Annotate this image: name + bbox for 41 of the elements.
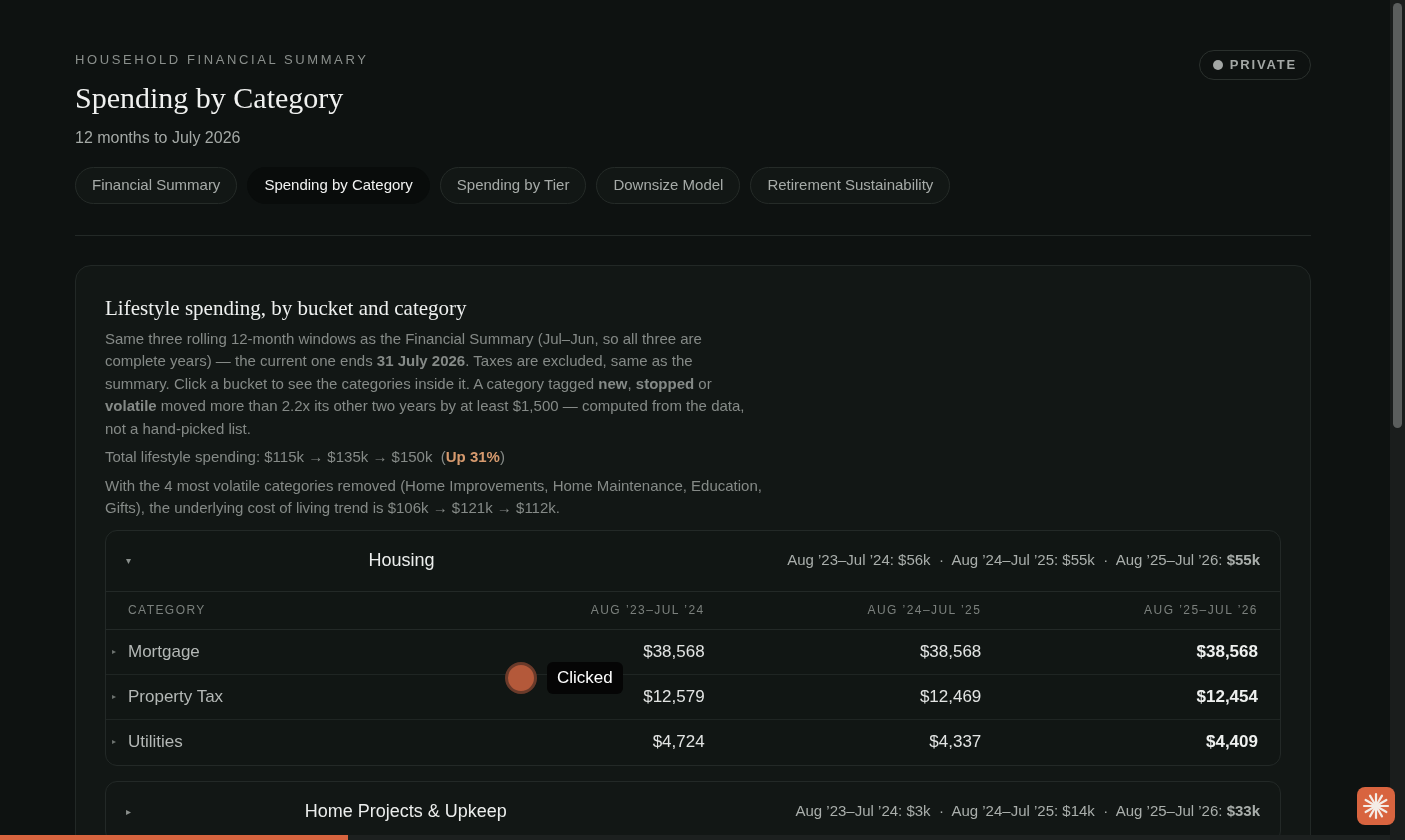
table-cell-text: $4,337: [929, 731, 982, 754]
eyebrow-label: HOUSEHOLD FINANCIAL SUMMARY: [75, 51, 369, 69]
tab[interactable]: Retirement Sustainability: [750, 166, 951, 204]
click-tooltip: Clicked: [547, 662, 623, 694]
caret-icon[interactable]: ▸: [126, 804, 136, 819]
card-title: Lifestyle spending, by bucket and category: [105, 294, 468, 322]
caret-icon[interactable]: ▸: [112, 645, 116, 658]
table-cell-text: $12,469: [919, 685, 982, 708]
bucket-name[interactable]: Home Projects & Upkeep: [304, 798, 507, 825]
table-cell-text: $12,454: [1196, 685, 1258, 708]
table-cell-text: $38,568: [643, 640, 705, 663]
caret-icon[interactable]: ▾: [126, 553, 136, 568]
bucket-totals: Aug ’23–Jul ’24: $3k · Aug ’24–Jul ’25: $14k · Aug ’25–Jul ’26: $33k: [795, 801, 1260, 822]
tab[interactable]: Spending by Tier: [439, 166, 587, 204]
column-header: AUG ’23–JUL ’24: [589, 602, 705, 619]
page-subtitle: 12 months to July 2026: [75, 127, 242, 148]
table-cell-text: $4,724: [652, 731, 705, 754]
tab[interactable]: Spending by Category: [247, 166, 430, 204]
table-cell-text: $38,568: [919, 640, 982, 663]
column-header: AUG ’25–JUL ’26: [1143, 602, 1258, 619]
app-logo-icon[interactable]: [1357, 787, 1395, 825]
column-header: CATEGORY: [128, 602, 207, 619]
tab[interactable]: Financial Summary: [75, 166, 238, 204]
table-cell-text: $4,409: [1206, 731, 1258, 754]
table-cell-text: $12,579: [643, 685, 705, 708]
total-line: Total lifestyle spending: $115k → $135k → $150k (Up 31%): [105, 447, 506, 467]
table-cell-text: Mortgage: [128, 640, 200, 663]
scrollbar[interactable]: [1390, 0, 1405, 840]
bucket-name[interactable]: Housing: [368, 547, 435, 574]
badge-label: PRIVATE: [1229, 56, 1297, 75]
bucket-totals: Aug ’23–Jul ’24: $56k · Aug ’24–Jul ’25: $55k · Aug ’25–Jul ’26: $55k: [787, 550, 1260, 571]
caret-icon[interactable]: ▸: [112, 690, 116, 703]
column-header: AUG ’24–JUL ’25: [866, 602, 982, 619]
intro-paragraph: Same three rolling 12-month windows as the Financial Summary (Jul–Jun, so all three are complete years) — the current one ends 31 July 2026. Taxes are excluded, same as the summary. Click a bucket to see the categories inside it. A category tagged new, stopped or volatile moved more than 2.2x its other two years by at least $1,500 — computed from the data, not a hand-picked list.: [105, 328, 746, 439]
table-cell-text: Utilities: [128, 731, 183, 754]
tab[interactable]: Downsize Model: [596, 166, 741, 204]
table-cell-text: Property Tax: [128, 685, 224, 708]
table-cell-text: $38,568: [1196, 640, 1258, 663]
page-title: Spending by Category: [75, 79, 345, 116]
trend-note: With the 4 most volatile categories removed (Home Improvements, Home Maintenance, Education, Gifts), the underlying cost of living trend is $106k → $121k → $112k.: [105, 475, 763, 518]
caret-icon[interactable]: ▸: [112, 736, 116, 748]
